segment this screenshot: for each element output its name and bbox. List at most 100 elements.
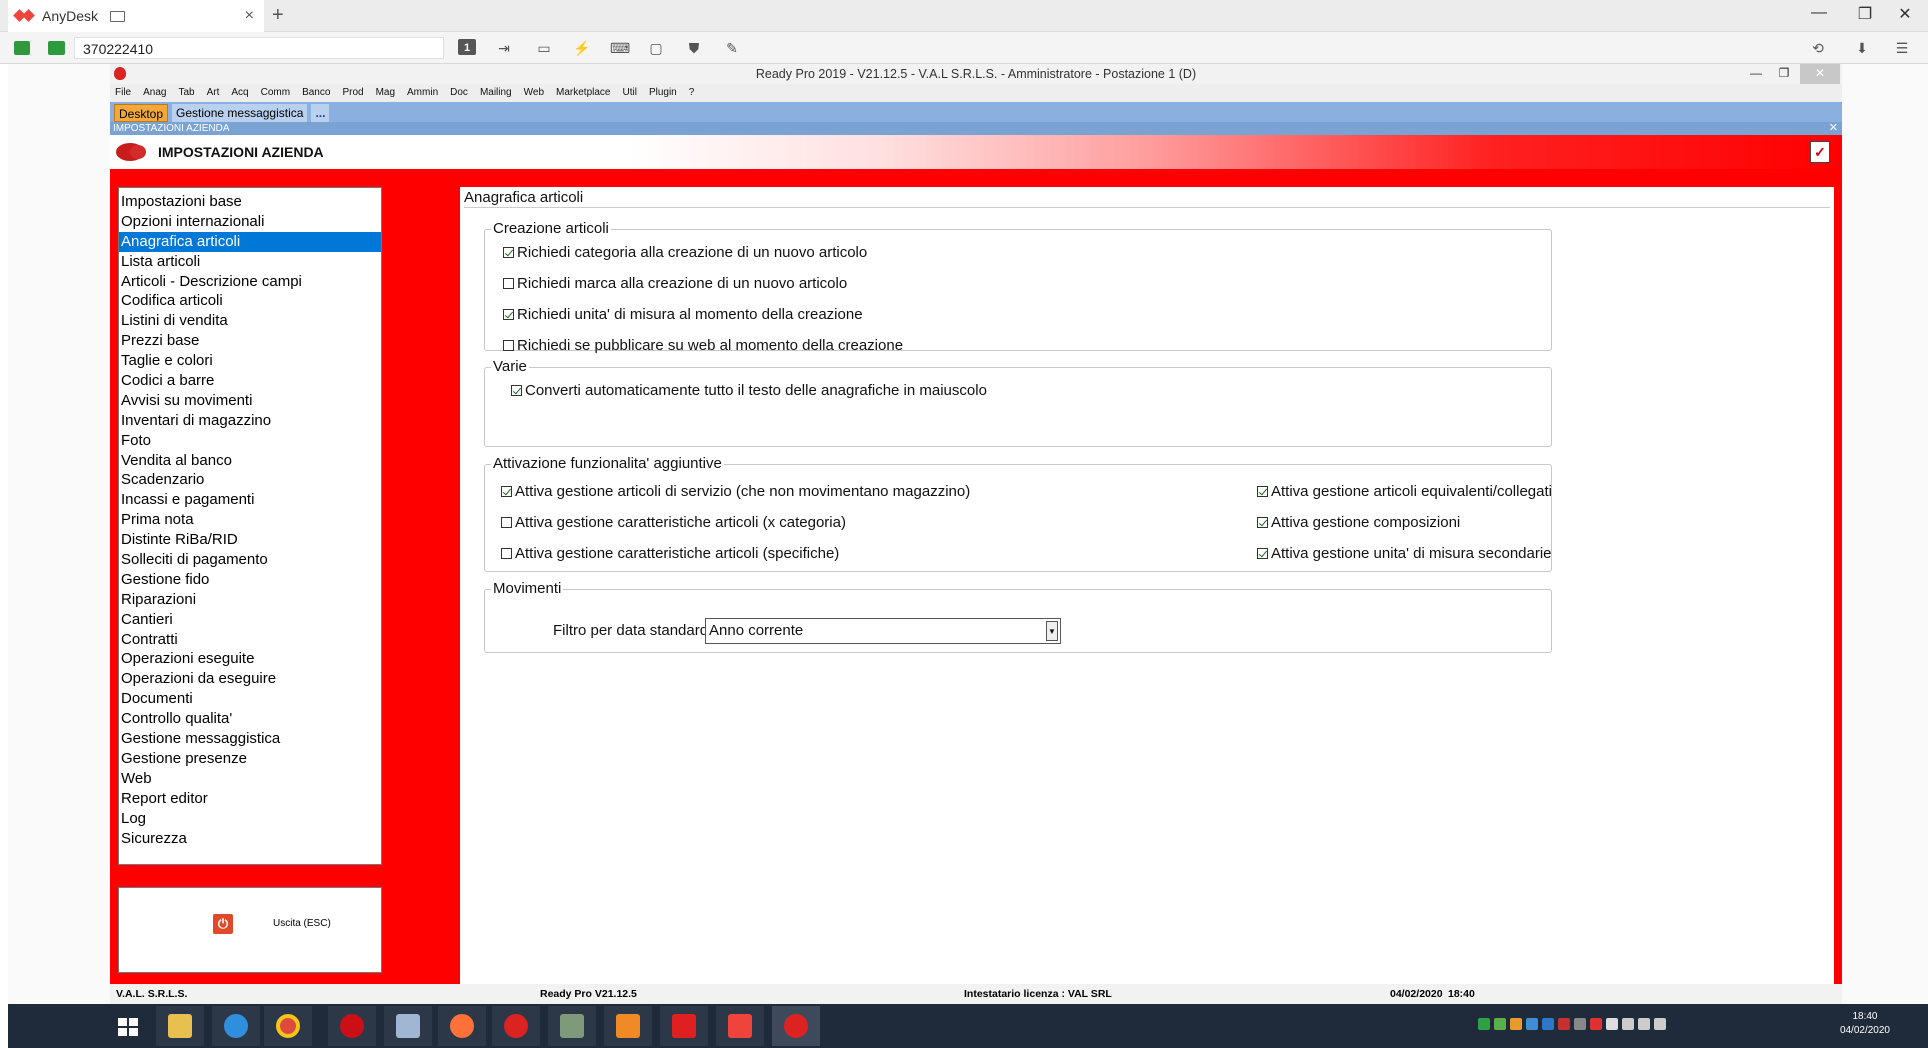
nav-item[interactable]: Documenti <box>119 689 381 709</box>
checkbox[interactable] <box>1257 517 1268 528</box>
menu-art[interactable]: Art <box>207 84 220 102</box>
taskbar-readypro-active[interactable] <box>772 1006 820 1046</box>
switch-sides-icon[interactable]: ⇥ <box>494 39 514 57</box>
minimize-button[interactable]: — <box>1804 4 1834 22</box>
tray-volume-icon[interactable] <box>1654 1018 1666 1030</box>
tray-flag-icon[interactable] <box>1638 1018 1650 1030</box>
checkbox-row[interactable]: Attiva gestione caratteristiche articoli… <box>501 514 846 531</box>
history-icon[interactable]: ⟲ <box>1808 39 1828 57</box>
new-tab-button[interactable]: + <box>272 4 284 27</box>
nav-item[interactable]: Avvisi su movimenti <box>119 391 381 411</box>
nav-item[interactable]: Incassi e pagamenti <box>119 490 381 510</box>
nav-item[interactable]: Articoli - Descrizione campi <box>119 272 381 292</box>
checkbox[interactable] <box>1257 486 1268 497</box>
tray-app-icon[interactable] <box>1510 1018 1522 1030</box>
checkbox-row[interactable]: Converti automaticamente tutto il testo … <box>511 382 987 399</box>
tray-app-icon[interactable] <box>1494 1018 1506 1030</box>
nav-item[interactable]: Controllo qualita' <box>119 709 381 729</box>
nav-item[interactable]: Web <box>119 769 381 789</box>
checkbox-row[interactable]: Richiedi se pubblicare su web al momento… <box>503 337 903 354</box>
checkbox[interactable] <box>503 309 514 320</box>
checkbox-row[interactable]: Richiedi unita' di misura al momento del… <box>503 306 863 323</box>
menu-file[interactable]: File <box>115 84 131 102</box>
tray-app-icon[interactable] <box>1590 1018 1602 1030</box>
tray-shield-icon[interactable] <box>1478 1018 1490 1030</box>
taskbar-chrome[interactable] <box>264 1006 312 1046</box>
checkbox-row[interactable]: Attiva gestione composizioni <box>1257 514 1460 531</box>
dropdown-arrow-icon[interactable]: ▼ <box>1046 621 1058 641</box>
app-restore-button[interactable]: ❐ <box>1770 64 1798 84</box>
taskbar-opera[interactable] <box>328 1006 376 1046</box>
nav-item[interactable]: Gestione presenze <box>119 749 381 769</box>
tray-app-icon[interactable] <box>1542 1018 1554 1030</box>
checkbox-row[interactable]: Attiva gestione caratteristiche articoli… <box>501 545 839 562</box>
menu-mailing[interactable]: Mailing <box>480 84 512 102</box>
keyboard-icon[interactable]: ⌨ <box>610 39 630 57</box>
menu-prod[interactable]: Prod <box>342 84 363 102</box>
menu-anag[interactable]: Anag <box>143 84 166 102</box>
tab-gestione-messaggistica[interactable]: Gestione messaggistica <box>172 104 308 122</box>
tray-app-icon[interactable] <box>1606 1018 1618 1030</box>
tray-app-icon[interactable] <box>1574 1018 1586 1030</box>
menu-mag[interactable]: Mag <box>376 84 395 102</box>
nav-item[interactable]: Taglie e colori <box>119 351 381 371</box>
nav-item[interactable]: Inventari di magazzino <box>119 411 381 431</box>
display-settings-icon[interactable]: ▢ <box>646 39 666 57</box>
checkbox-row[interactable]: Richiedi categoria alla creazione di un … <box>503 244 867 261</box>
menu-acq[interactable]: Acq <box>231 84 248 102</box>
taskbar-explorer[interactable] <box>156 1006 204 1046</box>
power-icon[interactable]: ⏻ <box>213 914 233 934</box>
permissions-icon[interactable]: ⛊ <box>684 39 704 57</box>
taskbar-app-grid[interactable] <box>548 1006 596 1046</box>
taskbar-readypro[interactable] <box>492 1006 540 1046</box>
tab-more[interactable]: ... <box>311 104 330 122</box>
tray-app-icon[interactable] <box>1558 1018 1570 1030</box>
nav-item[interactable]: Anagrafica articoli <box>119 231 381 252</box>
nav-item[interactable]: Codici a barre <box>119 371 381 391</box>
actions-icon[interactable]: ⚡ <box>572 39 592 57</box>
checkbox-row[interactable]: Richiedi marca alla creazione di un nuov… <box>503 275 847 292</box>
close-window-button[interactable]: ✕ <box>1890 4 1920 24</box>
taskbar-acrobat[interactable] <box>660 1006 708 1046</box>
download-icon[interactable]: ⬇ <box>1852 39 1872 57</box>
nav-item[interactable]: Report editor <box>119 789 381 809</box>
nav-item[interactable]: Riparazioni <box>119 590 381 610</box>
nav-item[interactable]: Log <box>119 809 381 829</box>
nav-item[interactable]: Distinte RiBa/RID <box>119 530 381 550</box>
nav-item[interactable]: Cantieri <box>119 610 381 630</box>
taskbar-ie[interactable] <box>212 1006 260 1046</box>
close-tab-icon[interactable]: × <box>245 7 254 25</box>
nav-item[interactable]: Gestione fido <box>119 570 381 590</box>
nav-item[interactable]: Foto <box>119 431 381 451</box>
taskbar-anydesk[interactable] <box>716 1006 764 1046</box>
menu-tab[interactable]: Tab <box>178 84 194 102</box>
checkbox[interactable] <box>503 278 514 289</box>
checkbox-row[interactable]: Attiva gestione articoli di servizio (ch… <box>501 483 970 500</box>
nav-item[interactable]: Prima nota <box>119 510 381 530</box>
nav-item[interactable]: Opzioni internazionali <box>119 212 381 232</box>
menu-util[interactable]: Util <box>622 84 636 102</box>
menu-ammin[interactable]: Ammin <box>407 84 438 102</box>
tab-desktop[interactable]: Desktop <box>114 104 169 122</box>
checkbox[interactable] <box>503 247 514 258</box>
nav-item[interactable]: Vendita al banco <box>119 451 381 471</box>
address-input[interactable]: 370222410 <box>74 37 444 59</box>
exit-button-label[interactable]: Uscita (ESC) <box>273 918 331 929</box>
app-close-button[interactable]: ✕ <box>1800 64 1840 84</box>
nav-item[interactable]: Operazioni da eseguire <box>119 669 381 689</box>
anydesk-tab[interactable]: AnyDesk × <box>8 0 264 32</box>
menu-marketplace[interactable]: Marketplace <box>556 84 610 102</box>
display-1-button[interactable]: 1 <box>458 39 476 55</box>
menu-web[interactable]: Web <box>524 84 544 102</box>
checkbox[interactable] <box>501 517 512 528</box>
app-minimize-button[interactable]: — <box>1742 64 1770 84</box>
nav-item[interactable]: Codifica articoli <box>119 291 381 311</box>
nav-item[interactable]: Sicurezza <box>119 829 381 849</box>
chat-icon[interactable]: ▭ <box>534 39 554 57</box>
menu-plugin[interactable]: Plugin <box>649 84 677 102</box>
checkbox-row[interactable]: Attiva gestione articoli equivalenti/col… <box>1257 483 1552 500</box>
checkbox[interactable] <box>501 548 512 559</box>
restore-button[interactable]: ❐ <box>1850 4 1880 24</box>
checkbox[interactable] <box>511 385 522 396</box>
menu-icon[interactable]: ☰ <box>1892 39 1912 57</box>
